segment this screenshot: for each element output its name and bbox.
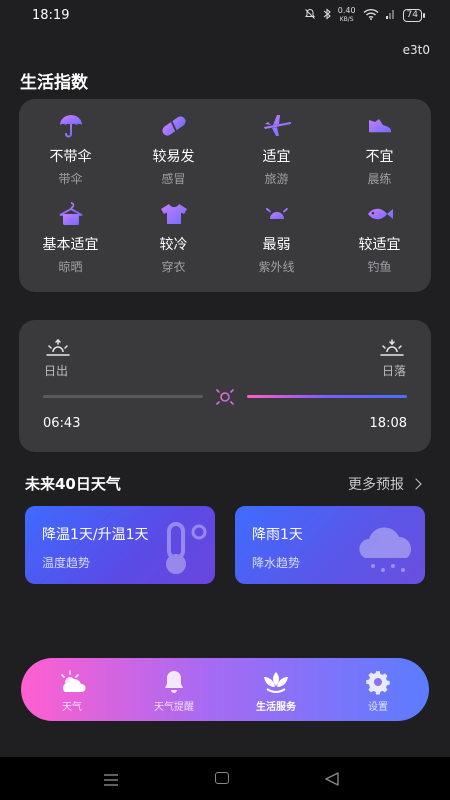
- sunrise-time: 06:43: [43, 416, 81, 431]
- thermometer-icon: [157, 520, 211, 580]
- status-bar: 18:19 0.40 KB/S 74: [0, 0, 450, 34]
- sunrise-icon: [45, 338, 71, 362]
- life-label: 钓鱼: [367, 260, 392, 274]
- status-icons: 0.40 KB/S 74: [304, 7, 426, 24]
- life-item-umbrella[interactable]: 不带伞 带伞: [19, 112, 122, 200]
- life-label: 旅游: [264, 172, 289, 186]
- rain-cloud-icon: [351, 526, 421, 580]
- life-value: 较冷: [159, 237, 188, 253]
- back-button[interactable]: [324, 771, 340, 790]
- pill-icon: [159, 112, 189, 140]
- life-item-dressing[interactable]: 较冷 穿衣: [122, 200, 225, 288]
- net-speed-unit: KB/S: [339, 16, 354, 23]
- temperature-trend-card[interactable]: 降温1天/升温1天 温度趋势: [25, 506, 215, 584]
- gear-icon: [365, 669, 391, 695]
- more-forecast-link[interactable]: 更多预报: [348, 474, 422, 494]
- tab-label: 设置: [368, 702, 388, 713]
- trend-title: 降温1天/升温1天: [42, 527, 149, 543]
- life-label: 紫外线: [258, 260, 295, 274]
- life-value: 适宜: [262, 149, 291, 165]
- fish-icon: [365, 200, 395, 228]
- tab-label: 天气: [62, 702, 82, 713]
- life-item-exercise[interactable]: 不宜 晨练: [328, 112, 431, 200]
- sunrise-label: 日出: [44, 364, 69, 378]
- forecast-title: 未来40日天气: [25, 475, 121, 493]
- life-index-title: 生活指数: [20, 73, 88, 93]
- status-time: 18:19: [32, 8, 70, 23]
- weather-icon: [57, 669, 87, 695]
- daylight-track-remaining: [247, 395, 407, 398]
- life-item-uv[interactable]: 最弱 紫外线: [225, 200, 328, 288]
- trend-title: 降雨1天: [252, 527, 303, 543]
- sun-icon: [262, 200, 292, 228]
- tab-label: 生活服务: [256, 702, 296, 713]
- tshirt-icon: [159, 200, 189, 228]
- tab-label: 天气提醒: [154, 702, 194, 713]
- life-label: 穿衣: [161, 260, 186, 274]
- sneaker-icon: [365, 112, 395, 140]
- life-item-drying[interactable]: 基本适宜 晾晒: [19, 200, 122, 288]
- bell-icon: [162, 669, 186, 695]
- hanger-icon: [56, 200, 86, 228]
- sunrise-sunset-card: 日出 日落 06:43 18:08: [19, 320, 431, 452]
- tab-settings[interactable]: 设置: [327, 658, 429, 721]
- user-code: e3t0: [402, 43, 430, 57]
- life-index-card: 不带伞 带伞 较易发 感冒 适宜 旅游 不宜 晨练 基本适宜 晾晒 较冷 穿衣 …: [19, 99, 431, 292]
- tab-life-services[interactable]: 生活服务: [225, 658, 327, 721]
- bottom-tab-bar: 天气 天气提醒 生活服务 设置: [21, 658, 429, 721]
- mute-icon: [304, 8, 316, 23]
- daylight-track-elapsed: [43, 395, 203, 398]
- signal-icon: [385, 8, 396, 23]
- net-speed: 0.40 KB/S: [338, 7, 356, 24]
- life-label: 晨练: [367, 172, 392, 186]
- life-value: 较适宜: [358, 237, 401, 253]
- trend-subtitle: 温度趋势: [42, 556, 91, 570]
- more-forecast-label: 更多预报: [348, 477, 404, 493]
- tab-weather[interactable]: 天气: [21, 658, 123, 721]
- battery-indicator: 74: [402, 9, 426, 22]
- bluetooth-icon: [323, 8, 331, 23]
- life-value: 基本适宜: [42, 237, 99, 253]
- chevron-right-icon: [410, 478, 422, 490]
- life-value: 最弱: [262, 237, 291, 253]
- sunset-label: 日落: [381, 364, 406, 378]
- sunset-time: 18:08: [369, 416, 407, 431]
- trend-subtitle: 降水趋势: [252, 556, 301, 570]
- life-value: 较易发: [152, 149, 195, 165]
- life-value: 不宜: [365, 149, 394, 165]
- recent-apps-button[interactable]: [103, 772, 119, 791]
- precipitation-trend-card[interactable]: 降雨1天 降水趋势: [235, 506, 425, 584]
- life-value: 不带伞: [49, 149, 92, 165]
- sunset-icon: [379, 338, 405, 362]
- sun-position-icon: [212, 386, 238, 412]
- life-label: 晾晒: [58, 260, 83, 274]
- life-item-fishing[interactable]: 较适宜 钓鱼: [328, 200, 431, 288]
- system-nav-bar: [0, 757, 450, 800]
- tab-weather-alert[interactable]: 天气提醒: [123, 658, 225, 721]
- life-item-cold[interactable]: 较易发 感冒: [122, 112, 225, 200]
- life-label: 带伞: [58, 172, 83, 186]
- lotus-icon: [261, 669, 291, 695]
- net-speed-value: 0.40: [337, 6, 356, 15]
- wifi-icon: [363, 8, 379, 23]
- airplane-icon: [262, 112, 292, 140]
- umbrella-icon: [56, 112, 86, 140]
- life-label: 感冒: [161, 172, 186, 186]
- home-button[interactable]: [215, 772, 229, 784]
- life-item-travel[interactable]: 适宜 旅游: [225, 112, 328, 200]
